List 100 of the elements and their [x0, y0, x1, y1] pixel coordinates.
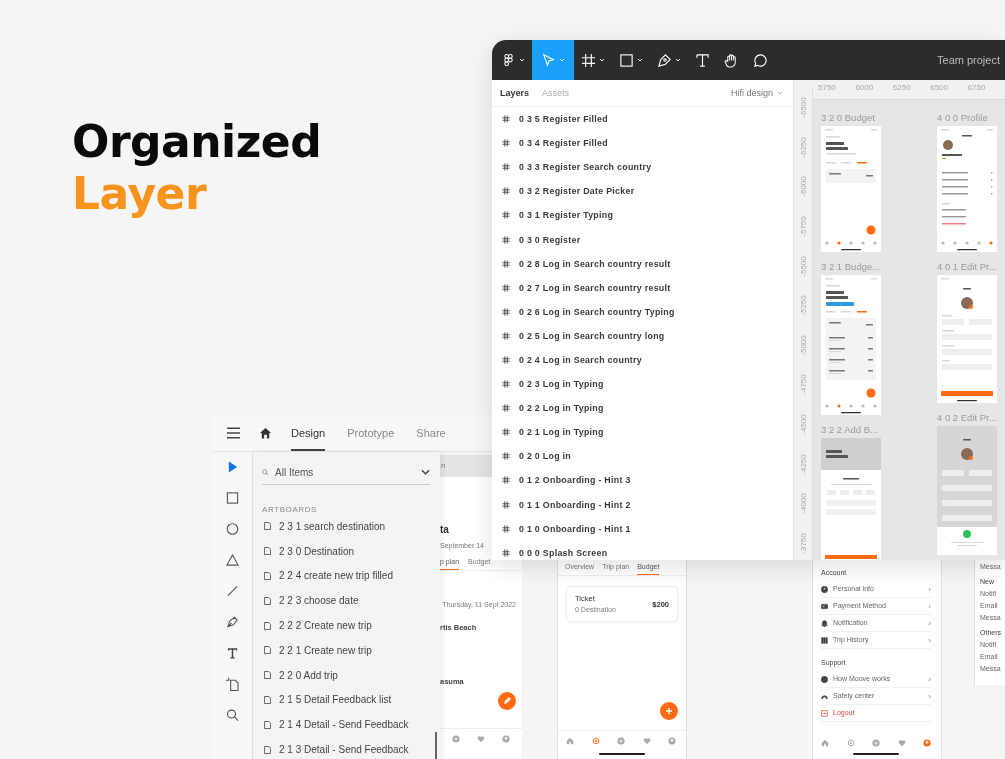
layer-item[interactable]: 0 3 1 Register Typing: [492, 203, 793, 228]
search-icon[interactable]: [226, 708, 239, 722]
artboard-item[interactable]: 2 1 3 Detail - Send Feedback: [262, 737, 430, 759]
layer-item[interactable]: 0 2 5 Log in Search country long: [492, 323, 793, 348]
screen-title: ta: [440, 524, 449, 535]
pen-icon: [657, 52, 672, 68]
hand-icon: [724, 52, 739, 68]
layer-item[interactable]: 0 1 0 Onboarding - Hint 1: [492, 516, 793, 541]
ruler-label: -3750: [798, 533, 808, 554]
layer-item[interactable]: 0 3 5 Register Filled: [492, 107, 793, 132]
artboard-item[interactable]: 2 2 3 choose date: [262, 588, 430, 614]
screen-header: n: [441, 462, 446, 470]
hash-icon: [502, 331, 510, 340]
menu-icon[interactable]: [227, 427, 240, 439]
layer-item[interactable]: 0 1 1 Onboarding - Hint 2: [492, 492, 793, 517]
page-selector[interactable]: Hifi design: [726, 88, 787, 98]
search-field[interactable]: All Items: [275, 466, 415, 478]
home-indicator: [853, 753, 899, 755]
hash-icon: [502, 524, 510, 533]
hash-icon: [581, 52, 596, 68]
map-icon: [821, 636, 828, 644]
artboard-item[interactable]: 2 3 0 Destination: [262, 538, 430, 564]
artboard-item[interactable]: 2 2 4 create new trip filled: [262, 563, 430, 589]
hash-icon: [502, 307, 510, 316]
artboard-item[interactable]: 2 2 2 Create new trip: [262, 613, 430, 638]
triangle-tool-icon[interactable]: [226, 553, 239, 567]
hash-icon: [502, 259, 510, 268]
select-tool-icon[interactable]: [226, 460, 239, 474]
text-tool-icon: [695, 52, 710, 68]
hash-icon: [502, 283, 510, 292]
page-icon: [264, 646, 271, 655]
ruler-label: 6000: [855, 82, 875, 94]
ruler-label: -6250: [798, 137, 808, 158]
ruler-label: 6750: [967, 82, 987, 94]
layer-item[interactable]: 0 2 3 Log in Typing: [492, 372, 793, 397]
layer-item[interactable]: 0 0 0 Splash Screen: [492, 540, 793, 560]
search-icon: [262, 468, 269, 476]
logo-icon: [501, 52, 516, 68]
page-icon: [264, 596, 271, 605]
edit-fab-icon[interactable]: [498, 692, 516, 710]
artboard-item[interactable]: 2 1 4 Detail - Send Feedback: [262, 712, 430, 738]
layer-item[interactable]: 0 2 8 Log in Search country result: [492, 251, 793, 276]
chevron-icon: [928, 603, 931, 609]
hash-icon: [502, 187, 510, 196]
hash-icon: [502, 500, 510, 509]
hash-icon: [502, 139, 510, 148]
support-icon: [821, 692, 828, 700]
home-icon[interactable]: [259, 427, 272, 439]
layer-item[interactable]: 0 3 2 Register Date Picker: [492, 179, 793, 204]
layer-item[interactable]: 0 2 7 Log in Search country result: [492, 275, 793, 300]
layer-item[interactable]: 0 3 3 Register Search country: [492, 155, 793, 180]
artboard-tool-icon[interactable]: [226, 677, 239, 691]
square-icon: [619, 52, 634, 68]
logout-icon: [821, 709, 828, 717]
ruler-label: -6500: [798, 97, 808, 119]
artboard-item[interactable]: 2 3 1 search destination: [262, 514, 430, 539]
chevron-icon: [928, 586, 931, 592]
add-fab-icon[interactable]: [660, 702, 678, 720]
hash-icon: [502, 235, 510, 244]
layer-item[interactable]: 0 2 0 Log in: [492, 444, 793, 469]
layer-item[interactable]: 0 3 0 Register: [492, 227, 793, 252]
panel-tab[interactable]: Layers: [500, 88, 530, 98]
scrollbar[interactable]: [435, 731, 437, 759]
artboard-item[interactable]: 2 1 5 Detail Feedback list: [262, 687, 430, 713]
chevron-icon: [928, 637, 931, 643]
chevron-down-icon[interactable]: [421, 469, 430, 475]
hash-icon: [502, 404, 510, 413]
profile-icon[interactable]: [923, 739, 931, 747]
page-icon: [264, 522, 271, 531]
line-tool-icon[interactable]: [226, 584, 239, 598]
ruler-label: 5750: [818, 82, 837, 94]
ruler-label: -5250: [798, 295, 808, 316]
page-icon: [264, 720, 271, 729]
layer-item[interactable]: 0 2 2 Log in Typing: [492, 396, 793, 421]
hash-icon: [502, 356, 510, 364]
rectangle-tool-icon[interactable]: [226, 491, 239, 505]
layer-item[interactable]: 0 3 4 Register Filled: [492, 131, 793, 156]
project-name[interactable]: Team project: [937, 54, 1005, 66]
mode-tab[interactable]: Prototype: [347, 415, 395, 451]
artboard-item[interactable]: 2 2 1 Create new trip: [262, 638, 430, 663]
artboard-item[interactable]: 2 2 0 Add trip: [262, 662, 430, 688]
hash-icon: [502, 115, 510, 124]
page-icon: [264, 695, 271, 704]
chevron-icon: [928, 620, 931, 626]
layer-item[interactable]: 0 2 4 Log in Search country: [492, 347, 793, 373]
headline-accent: Layer: [72, 168, 207, 220]
layer-item[interactable]: 0 2 6 Log in Search country Typing: [492, 299, 793, 324]
person-icon: [821, 585, 828, 593]
hash-icon: [502, 380, 510, 389]
layer-item[interactable]: 0 2 1 Log in Typing: [492, 420, 793, 445]
chevron-icon: [928, 676, 931, 682]
explore-icon[interactable]: [591, 737, 600, 745]
text-tool-icon[interactable]: [226, 646, 239, 660]
pen-tool-icon[interactable]: [226, 615, 239, 629]
mode-tab[interactable]: Share: [416, 415, 446, 451]
page-icon: [264, 572, 271, 580]
layer-item[interactable]: 0 1 2 Onboarding - Hint 3: [492, 468, 793, 493]
ruler-label: -4250: [798, 453, 808, 475]
page-icon: [264, 621, 271, 630]
ellipse-tool-icon[interactable]: [226, 522, 239, 536]
